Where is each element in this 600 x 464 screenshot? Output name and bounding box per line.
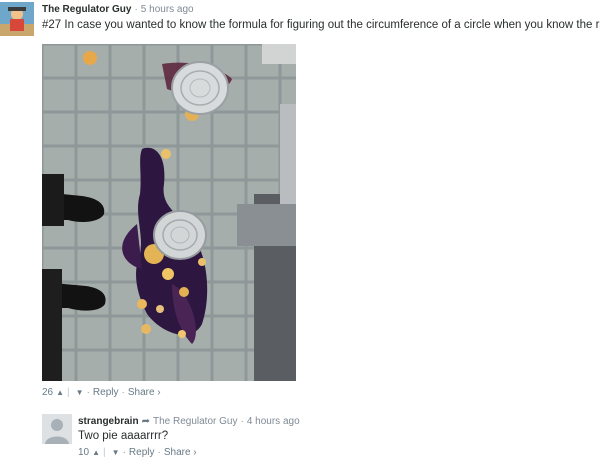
reply-to-author[interactable]: The Regulator Guy [153,416,238,427]
comment-time[interactable]: 4 hours ago [247,416,300,427]
avatar-image [0,2,34,36]
comment-image[interactable] [42,44,296,381]
comment-actions: 10 ▲ | ▼ · Reply · Share › [78,447,197,458]
meta-separator: · [240,416,244,427]
chevron-down-icon[interactable]: ▼ [112,448,120,457]
actions-separator: · [86,387,90,398]
chevron-down-icon[interactable]: ▼ [76,388,84,397]
comment-author[interactable]: The Regulator Guy [42,4,131,15]
comment-text: Two pie aaaarrrr? [78,430,169,442]
share-link[interactable]: Share › [128,387,161,398]
vote-count: 10 [78,447,90,458]
reply-link[interactable]: Reply [93,387,119,398]
actions-separator: · [122,447,126,458]
comment-actions: 26 ▲ | ▼ · Reply · Share › [42,387,161,398]
actions-separator: · [157,447,161,458]
vote-count: 26 [42,387,54,398]
share-link[interactable]: Share › [164,447,197,458]
chevron-up-icon[interactable]: ▲ [56,388,64,397]
comment-meta: The Regulator Guy · 5 hours ago [42,4,194,15]
reply-arrow-icon: ➦ [141,416,150,427]
reply-link[interactable]: Reply [129,447,155,458]
comment-meta: strangebrain ➦ The Regulator Guy · 4 hours a… [78,416,300,427]
avatar[interactable] [0,2,34,36]
comment-text: #27 In case you wanted to know the formu… [42,19,600,31]
meta-separator: · [134,4,138,15]
actions-separator: · [121,387,125,398]
comment-time[interactable]: 5 hours ago [141,4,194,15]
comment-author[interactable]: strangebrain [78,416,139,427]
vote-divider: | [103,447,106,458]
avatar[interactable] [42,414,72,444]
vote-divider: | [67,387,70,398]
default-avatar-icon [42,414,72,444]
chevron-up-icon[interactable]: ▲ [92,448,100,457]
